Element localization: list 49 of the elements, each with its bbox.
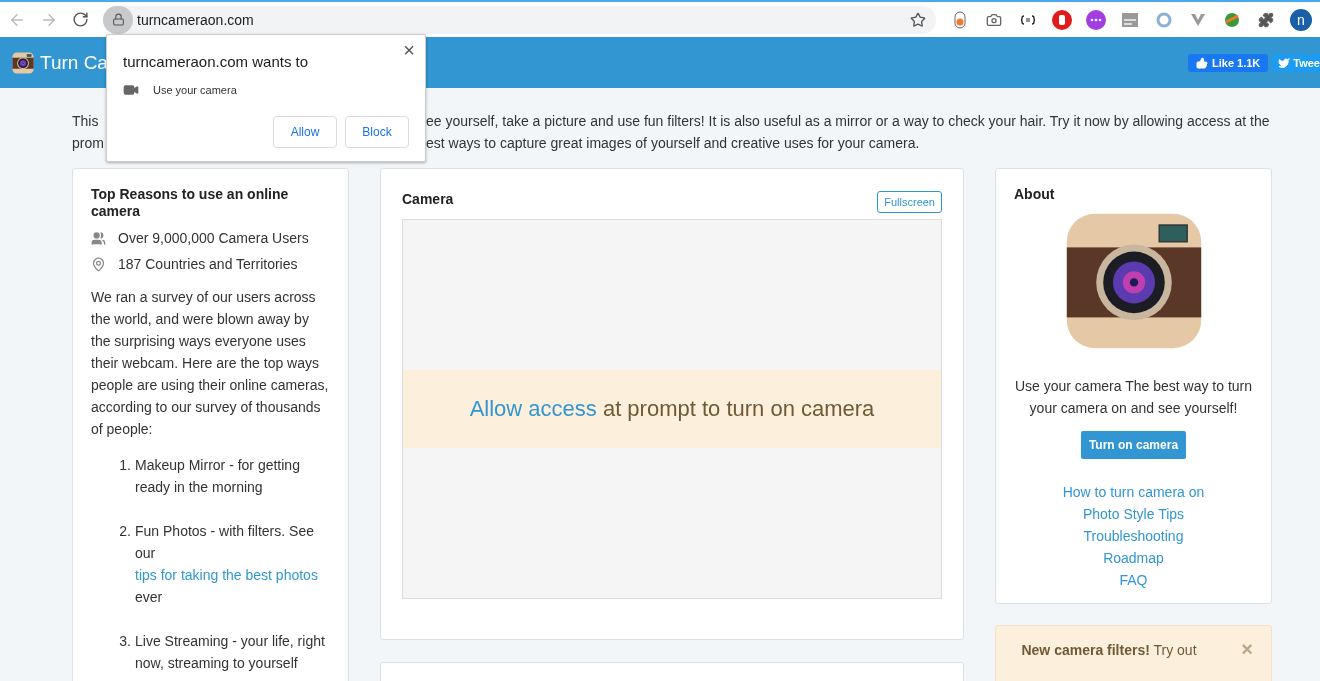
- intro-text: This: [72, 113, 99, 129]
- stat-text: Over 9,000,000 Camera Users: [118, 230, 309, 246]
- address-bar[interactable]: turncameraon.com: [103, 5, 936, 34]
- request-text: Use your camera: [153, 84, 237, 96]
- intro-text: est ways to capture great images of yourself and creative uses for your camera.: [426, 134, 920, 153]
- users-icon: [91, 230, 106, 246]
- about-text: Use your camera The best way to turn your camera on and see yourself!: [1014, 377, 1253, 418]
- reload-icon[interactable]: [72, 11, 89, 28]
- about-link[interactable]: Roadmap: [1014, 547, 1253, 569]
- like-button[interactable]: Like 1.1K: [1188, 53, 1269, 72]
- list-number: 2.: [118, 522, 131, 541]
- card-title: About: [1014, 186, 1056, 203]
- lock-icon[interactable]: [103, 5, 133, 34]
- about-link[interactable]: FAQ: [1014, 569, 1253, 591]
- list-item-text: Fun Photos - with filters. See our tips for taking the best photos ever: [135, 522, 319, 607]
- tweet-button[interactable]: Twee: [1272, 53, 1320, 72]
- text-link[interactable]: tips for taking the best photos: [135, 567, 318, 583]
- survey-text: We ran a survey of our users across the world, and were blown away by the surprising ways everyone uses their webcam. Here are the top ways people are using their online cameras, according to our survey of thousands of people:: [91, 288, 330, 439]
- popup-button[interactable]: Block: [345, 116, 409, 148]
- dots-icon[interactable]: [1086, 9, 1106, 30]
- close-button[interactable]: ×: [403, 39, 415, 62]
- list-number: 1.: [118, 456, 131, 475]
- about-link[interactable]: Photo Style Tips: [1014, 503, 1253, 525]
- thumbs-up-icon: [1196, 56, 1208, 69]
- intro-text: prom: [72, 135, 104, 151]
- list-item-text: Makeup Mirror - for getting ready in the morning: [135, 456, 301, 497]
- site-title[interactable]: Turn Ca: [40, 51, 108, 74]
- notice-text: New camera filters! Try out: [1020, 641, 1198, 660]
- prompt-link[interactable]: Allow access: [469, 396, 597, 421]
- location-icon: [91, 256, 106, 272]
- profile-avatar[interactable]: n: [1290, 8, 1312, 31]
- camera-drawing: [12, 51, 34, 74]
- prompt-text: Allow access at prompt to turn on camera: [469, 396, 875, 422]
- intro-text: ee yourself, take a picture and use fun filters! It is also useful as a mirror or a way to check your hair. Try it now by allowing access at the: [426, 112, 1270, 131]
- about-link[interactable]: How to turn camera on: [1014, 481, 1253, 503]
- card-title: Camera: [402, 191, 454, 208]
- list-item-text: Live Streaming - your life, right now, streaming to yourself: [135, 632, 326, 673]
- about-link[interactable]: Troubleshooting: [1014, 525, 1253, 547]
- turn-on-camera-button[interactable]: Turn on camera: [1080, 431, 1187, 459]
- stat-text: 187 Countries and Territories: [118, 256, 298, 272]
- list-number: 3.: [118, 632, 131, 651]
- fullscreen-button[interactable]: Fullscreen: [877, 191, 942, 213]
- star-icon[interactable]: [910, 11, 926, 28]
- video-icon: [123, 82, 139, 98]
- popup-button[interactable]: Allow: [273, 116, 337, 148]
- close-icon[interactable]: ×: [1241, 639, 1253, 661]
- popup-title: turncameraon.com wants to: [123, 53, 310, 70]
- card-title: Top Reasons to use an online camera: [91, 186, 290, 220]
- bird-icon: [1278, 56, 1291, 69]
